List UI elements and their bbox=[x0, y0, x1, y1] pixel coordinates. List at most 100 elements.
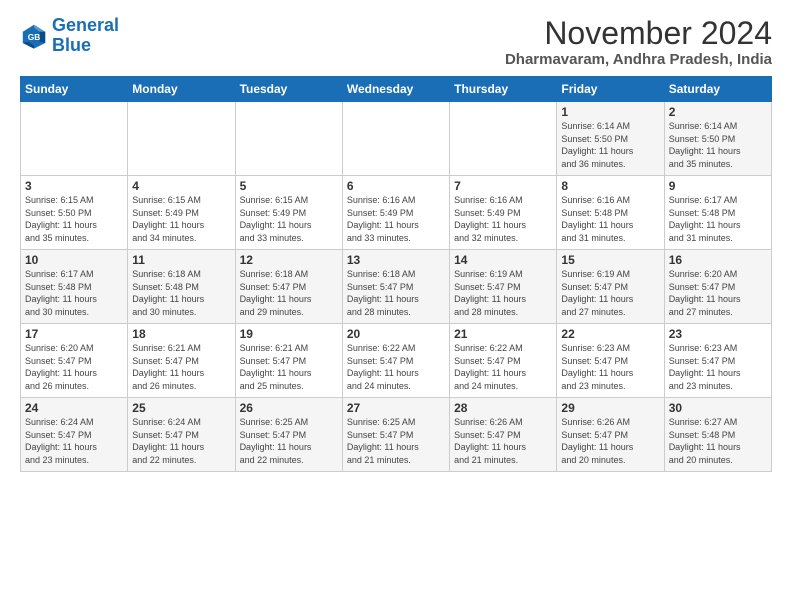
calendar-cell: 27Sunrise: 6:25 AM Sunset: 5:47 PM Dayli… bbox=[342, 398, 449, 472]
location: Dharmavaram, Andhra Pradesh, India bbox=[505, 51, 772, 68]
day-detail: Sunrise: 6:15 AM Sunset: 5:49 PM Dayligh… bbox=[240, 194, 338, 244]
day-number: 13 bbox=[347, 253, 445, 267]
calendar-week-0: 1Sunrise: 6:14 AM Sunset: 5:50 PM Daylig… bbox=[21, 102, 772, 176]
calendar-cell bbox=[235, 102, 342, 176]
day-number: 12 bbox=[240, 253, 338, 267]
day-detail: Sunrise: 6:26 AM Sunset: 5:47 PM Dayligh… bbox=[454, 416, 552, 466]
calendar-cell: 1Sunrise: 6:14 AM Sunset: 5:50 PM Daylig… bbox=[557, 102, 664, 176]
day-detail: Sunrise: 6:17 AM Sunset: 5:48 PM Dayligh… bbox=[669, 194, 767, 244]
calendar-week-2: 10Sunrise: 6:17 AM Sunset: 5:48 PM Dayli… bbox=[21, 250, 772, 324]
day-detail: Sunrise: 6:23 AM Sunset: 5:47 PM Dayligh… bbox=[669, 342, 767, 392]
calendar-cell: 6Sunrise: 6:16 AM Sunset: 5:49 PM Daylig… bbox=[342, 176, 449, 250]
day-detail: Sunrise: 6:16 AM Sunset: 5:48 PM Dayligh… bbox=[561, 194, 659, 244]
calendar-week-3: 17Sunrise: 6:20 AM Sunset: 5:47 PM Dayli… bbox=[21, 324, 772, 398]
col-thursday: Thursday bbox=[450, 77, 557, 102]
day-number: 30 bbox=[669, 401, 767, 415]
day-number: 23 bbox=[669, 327, 767, 341]
day-detail: Sunrise: 6:17 AM Sunset: 5:48 PM Dayligh… bbox=[25, 268, 123, 318]
calendar-cell: 3Sunrise: 6:15 AM Sunset: 5:50 PM Daylig… bbox=[21, 176, 128, 250]
calendar-cell: 25Sunrise: 6:24 AM Sunset: 5:47 PM Dayli… bbox=[128, 398, 235, 472]
day-detail: Sunrise: 6:24 AM Sunset: 5:47 PM Dayligh… bbox=[25, 416, 123, 466]
day-detail: Sunrise: 6:20 AM Sunset: 5:47 PM Dayligh… bbox=[25, 342, 123, 392]
day-number: 20 bbox=[347, 327, 445, 341]
day-number: 10 bbox=[25, 253, 123, 267]
day-detail: Sunrise: 6:22 AM Sunset: 5:47 PM Dayligh… bbox=[454, 342, 552, 392]
calendar-cell: 26Sunrise: 6:25 AM Sunset: 5:47 PM Dayli… bbox=[235, 398, 342, 472]
day-detail: Sunrise: 6:20 AM Sunset: 5:47 PM Dayligh… bbox=[669, 268, 767, 318]
calendar-cell: 28Sunrise: 6:26 AM Sunset: 5:47 PM Dayli… bbox=[450, 398, 557, 472]
day-detail: Sunrise: 6:19 AM Sunset: 5:47 PM Dayligh… bbox=[454, 268, 552, 318]
calendar-cell: 11Sunrise: 6:18 AM Sunset: 5:48 PM Dayli… bbox=[128, 250, 235, 324]
day-number: 25 bbox=[132, 401, 230, 415]
calendar-cell: 13Sunrise: 6:18 AM Sunset: 5:47 PM Dayli… bbox=[342, 250, 449, 324]
day-detail: Sunrise: 6:21 AM Sunset: 5:47 PM Dayligh… bbox=[240, 342, 338, 392]
month-title: November 2024 bbox=[505, 16, 772, 51]
col-friday: Friday bbox=[557, 77, 664, 102]
calendar-cell: 15Sunrise: 6:19 AM Sunset: 5:47 PM Dayli… bbox=[557, 250, 664, 324]
calendar-cell: 16Sunrise: 6:20 AM Sunset: 5:47 PM Dayli… bbox=[664, 250, 771, 324]
page: GB General Blue November 2024 Dharmavara… bbox=[0, 0, 792, 482]
calendar-cell: 19Sunrise: 6:21 AM Sunset: 5:47 PM Dayli… bbox=[235, 324, 342, 398]
day-number: 3 bbox=[25, 179, 123, 193]
day-number: 24 bbox=[25, 401, 123, 415]
calendar-cell: 24Sunrise: 6:24 AM Sunset: 5:47 PM Dayli… bbox=[21, 398, 128, 472]
logo-line2: Blue bbox=[52, 35, 91, 55]
day-number: 5 bbox=[240, 179, 338, 193]
day-detail: Sunrise: 6:18 AM Sunset: 5:47 PM Dayligh… bbox=[347, 268, 445, 318]
calendar-cell: 18Sunrise: 6:21 AM Sunset: 5:47 PM Dayli… bbox=[128, 324, 235, 398]
logo-text: General Blue bbox=[52, 16, 119, 56]
calendar-week-4: 24Sunrise: 6:24 AM Sunset: 5:47 PM Dayli… bbox=[21, 398, 772, 472]
calendar-week-1: 3Sunrise: 6:15 AM Sunset: 5:50 PM Daylig… bbox=[21, 176, 772, 250]
col-tuesday: Tuesday bbox=[235, 77, 342, 102]
calendar-cell: 20Sunrise: 6:22 AM Sunset: 5:47 PM Dayli… bbox=[342, 324, 449, 398]
day-detail: Sunrise: 6:16 AM Sunset: 5:49 PM Dayligh… bbox=[347, 194, 445, 244]
day-detail: Sunrise: 6:14 AM Sunset: 5:50 PM Dayligh… bbox=[669, 120, 767, 170]
day-detail: Sunrise: 6:18 AM Sunset: 5:48 PM Dayligh… bbox=[132, 268, 230, 318]
day-number: 28 bbox=[454, 401, 552, 415]
title-block: November 2024 Dharmavaram, Andhra Prades… bbox=[505, 16, 772, 68]
day-number: 17 bbox=[25, 327, 123, 341]
logo: GB General Blue bbox=[20, 16, 119, 56]
day-detail: Sunrise: 6:25 AM Sunset: 5:47 PM Dayligh… bbox=[347, 416, 445, 466]
day-number: 4 bbox=[132, 179, 230, 193]
day-number: 16 bbox=[669, 253, 767, 267]
svg-text:GB: GB bbox=[28, 32, 41, 42]
calendar-cell: 22Sunrise: 6:23 AM Sunset: 5:47 PM Dayli… bbox=[557, 324, 664, 398]
day-detail: Sunrise: 6:22 AM Sunset: 5:47 PM Dayligh… bbox=[347, 342, 445, 392]
logo-icon: GB bbox=[20, 22, 48, 50]
calendar-cell bbox=[342, 102, 449, 176]
calendar-table: Sunday Monday Tuesday Wednesday Thursday… bbox=[20, 76, 772, 472]
day-detail: Sunrise: 6:27 AM Sunset: 5:48 PM Dayligh… bbox=[669, 416, 767, 466]
day-number: 18 bbox=[132, 327, 230, 341]
day-detail: Sunrise: 6:21 AM Sunset: 5:47 PM Dayligh… bbox=[132, 342, 230, 392]
day-number: 15 bbox=[561, 253, 659, 267]
calendar-cell: 4Sunrise: 6:15 AM Sunset: 5:49 PM Daylig… bbox=[128, 176, 235, 250]
header: GB General Blue November 2024 Dharmavara… bbox=[20, 16, 772, 68]
day-detail: Sunrise: 6:19 AM Sunset: 5:47 PM Dayligh… bbox=[561, 268, 659, 318]
calendar-cell: 12Sunrise: 6:18 AM Sunset: 5:47 PM Dayli… bbox=[235, 250, 342, 324]
calendar-cell bbox=[450, 102, 557, 176]
day-number: 2 bbox=[669, 105, 767, 119]
calendar-cell: 10Sunrise: 6:17 AM Sunset: 5:48 PM Dayli… bbox=[21, 250, 128, 324]
day-detail: Sunrise: 6:15 AM Sunset: 5:50 PM Dayligh… bbox=[25, 194, 123, 244]
day-number: 21 bbox=[454, 327, 552, 341]
col-monday: Monday bbox=[128, 77, 235, 102]
day-number: 27 bbox=[347, 401, 445, 415]
day-number: 14 bbox=[454, 253, 552, 267]
calendar-cell: 7Sunrise: 6:16 AM Sunset: 5:49 PM Daylig… bbox=[450, 176, 557, 250]
day-detail: Sunrise: 6:14 AM Sunset: 5:50 PM Dayligh… bbox=[561, 120, 659, 170]
calendar-cell: 2Sunrise: 6:14 AM Sunset: 5:50 PM Daylig… bbox=[664, 102, 771, 176]
calendar-cell: 17Sunrise: 6:20 AM Sunset: 5:47 PM Dayli… bbox=[21, 324, 128, 398]
day-number: 22 bbox=[561, 327, 659, 341]
day-detail: Sunrise: 6:25 AM Sunset: 5:47 PM Dayligh… bbox=[240, 416, 338, 466]
day-number: 6 bbox=[347, 179, 445, 193]
day-number: 26 bbox=[240, 401, 338, 415]
col-saturday: Saturday bbox=[664, 77, 771, 102]
calendar-cell: 9Sunrise: 6:17 AM Sunset: 5:48 PM Daylig… bbox=[664, 176, 771, 250]
calendar-cell: 30Sunrise: 6:27 AM Sunset: 5:48 PM Dayli… bbox=[664, 398, 771, 472]
day-detail: Sunrise: 6:16 AM Sunset: 5:49 PM Dayligh… bbox=[454, 194, 552, 244]
day-detail: Sunrise: 6:18 AM Sunset: 5:47 PM Dayligh… bbox=[240, 268, 338, 318]
day-detail: Sunrise: 6:26 AM Sunset: 5:47 PM Dayligh… bbox=[561, 416, 659, 466]
calendar-cell: 29Sunrise: 6:26 AM Sunset: 5:47 PM Dayli… bbox=[557, 398, 664, 472]
calendar-cell bbox=[21, 102, 128, 176]
